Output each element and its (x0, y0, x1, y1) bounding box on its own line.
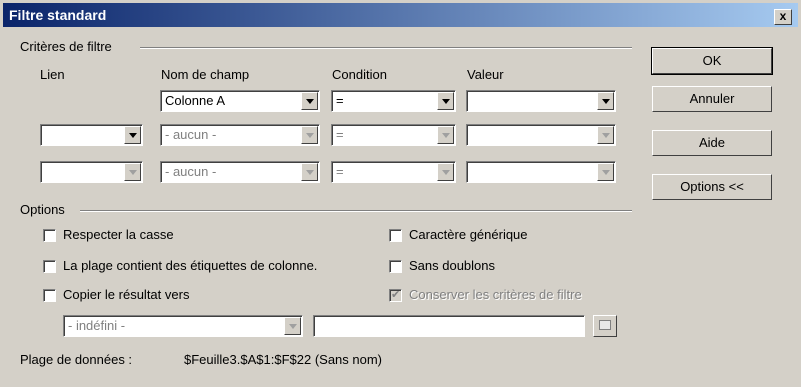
condition-select-2-value: = (336, 127, 344, 142)
help-button[interactable]: Aide (652, 130, 772, 156)
value-select-1[interactable] (466, 90, 616, 112)
shrink-icon (599, 320, 611, 330)
chevron-down-icon[interactable] (124, 163, 141, 181)
condition-select-3[interactable]: = (331, 161, 456, 183)
keep-criteria-checkbox[interactable]: ✔ (389, 289, 402, 302)
field-select-2[interactable]: - aucun - (160, 124, 320, 146)
copy-target-input[interactable] (313, 315, 585, 337)
options-divider (80, 210, 632, 212)
header-link: Lien (40, 67, 65, 82)
chevron-down-icon[interactable] (597, 92, 614, 110)
chevron-down-icon[interactable] (437, 163, 454, 181)
dialog-title: Filtre standard (9, 7, 107, 23)
field-select-2-value: - aucun - (165, 127, 217, 142)
copy-target-select-value: - indéfini - (68, 318, 126, 333)
chevron-down-icon[interactable] (301, 163, 318, 181)
checkmark-icon: ✔ (391, 289, 401, 301)
chevron-down-icon[interactable] (301, 126, 318, 144)
close-button[interactable]: x (774, 9, 792, 25)
criteria-divider (140, 47, 632, 49)
case-sensitive-label: Respecter la casse (63, 227, 174, 242)
chevron-down-icon[interactable] (597, 126, 614, 144)
field-select-1-value: Colonne A (165, 93, 225, 108)
value-select-2[interactable] (466, 124, 616, 146)
copy-results-label: Copier le résultat vers (63, 287, 190, 302)
chevron-down-icon[interactable] (284, 317, 301, 335)
no-duplicates-checkbox[interactable] (389, 260, 402, 273)
header-condition: Condition (332, 67, 387, 82)
condition-select-1-value: = (336, 93, 344, 108)
field-select-1[interactable]: Colonne A (160, 90, 320, 112)
condition-select-3-value: = (336, 164, 344, 179)
header-value: Valeur (467, 67, 504, 82)
no-duplicates-label: Sans doublons (409, 258, 496, 273)
link-select-3[interactable] (40, 161, 143, 183)
chevron-down-icon[interactable] (437, 92, 454, 110)
range-headers-label: La plage contient des étiquettes de colo… (63, 258, 318, 273)
field-select-3-value: - aucun - (165, 164, 217, 179)
title-bar: Filtre standard x (3, 3, 798, 27)
field-select-3[interactable]: - aucun - (160, 161, 320, 183)
chevron-down-icon[interactable] (124, 126, 141, 144)
condition-select-1[interactable]: = (331, 90, 456, 112)
ok-button[interactable]: OK (651, 47, 773, 75)
header-field: Nom de champ (161, 67, 250, 82)
shrink-button[interactable] (593, 315, 617, 337)
data-range-value: $Feuille3.$A$1:$F$22 (Sans nom) (184, 352, 383, 367)
copy-target-select[interactable]: - indéfini - (63, 315, 303, 337)
keep-criteria-label: Conserver les critères de filtre (409, 287, 582, 302)
range-headers-checkbox[interactable] (43, 260, 56, 273)
options-button[interactable]: Options << (652, 174, 772, 200)
value-select-3[interactable] (466, 161, 616, 183)
chevron-down-icon[interactable] (301, 92, 318, 110)
case-sensitive-checkbox[interactable] (43, 229, 56, 242)
cancel-button[interactable]: Annuler (652, 86, 772, 112)
copy-results-checkbox[interactable] (43, 289, 56, 302)
condition-select-2[interactable]: = (331, 124, 456, 146)
regex-checkbox[interactable] (389, 229, 402, 242)
options-section-label: Options (20, 202, 69, 217)
link-select-2[interactable] (40, 124, 143, 146)
data-range-label: Plage de données : (20, 352, 133, 367)
chevron-down-icon[interactable] (597, 163, 614, 181)
regex-label: Caractère générique (409, 227, 528, 242)
criteria-section-label: Critères de filtre (20, 39, 116, 54)
chevron-down-icon[interactable] (437, 126, 454, 144)
filter-dialog: Filtre standard x Critères de filtre Lie… (0, 0, 801, 387)
